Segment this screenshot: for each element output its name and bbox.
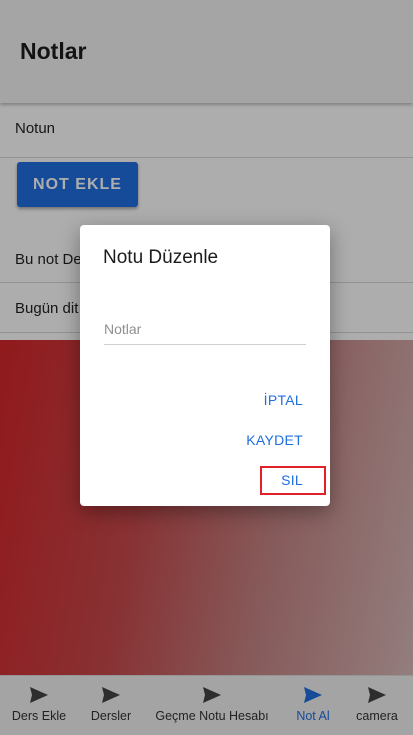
cancel-button[interactable]: İPTAL bbox=[264, 392, 303, 408]
save-button[interactable]: KAYDET bbox=[246, 432, 303, 448]
delete-button[interactable]: SIL bbox=[281, 472, 303, 488]
edit-note-dialog: Notu Düzenle İPTAL KAYDET SIL bbox=[80, 225, 330, 506]
app-screen: Notlar Notun NOT EKLE Bu not De Bugün di… bbox=[0, 0, 413, 735]
dialog-title: Notu Düzenle bbox=[103, 247, 219, 268]
note-edit-input[interactable] bbox=[104, 313, 306, 345]
